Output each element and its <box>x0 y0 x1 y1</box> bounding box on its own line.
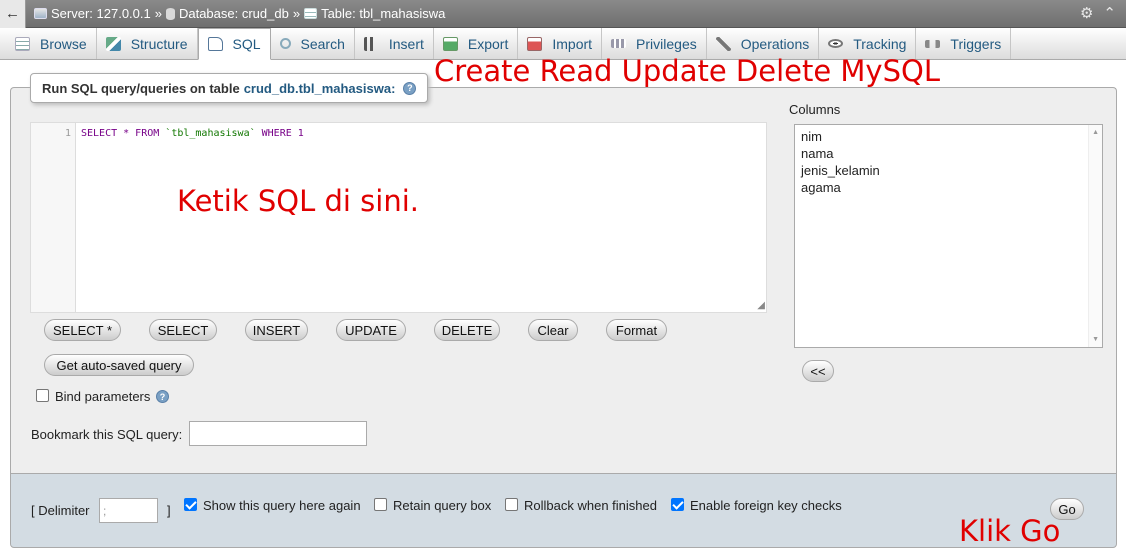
tab-search[interactable]: Search <box>271 28 355 59</box>
back-arrow-icon[interactable]: ← <box>0 0 26 28</box>
delimiter-close: ] <box>167 503 171 518</box>
format-button[interactable]: Format <box>606 319 667 341</box>
foreign-key-checks-checkbox[interactable] <box>671 498 684 511</box>
table-icon <box>304 8 318 19</box>
annotation-click-go: Klik Go <box>959 514 1061 548</box>
code-keyword: WHERE 1 <box>255 128 304 139</box>
get-auto-saved-query-button[interactable]: Get auto-saved query <box>44 354 194 376</box>
bookmark-label: Bookmark this SQL query: <box>31 427 183 442</box>
line-number-gutter: 1 <box>31 123 76 312</box>
retain-query-box-label: Retain query box <box>393 498 492 513</box>
import-icon <box>527 36 543 51</box>
foreign-key-checks-label: Enable foreign key checks <box>690 498 842 513</box>
bookmark-input[interactable] <box>189 421 367 446</box>
tab-label: Import <box>552 35 593 52</box>
update-button[interactable]: UPDATE <box>336 319 406 341</box>
legend-text: Run SQL query/queries on table <box>42 80 240 96</box>
retain-query-box-checkbox[interactable] <box>374 498 387 511</box>
clear-button[interactable]: Clear <box>528 319 578 341</box>
breadcrumb-table[interactable]: Table: tbl_mahasiswa <box>321 6 445 21</box>
legend-table-name[interactable]: crud_db.tbl_mahasiswa: <box>244 81 396 96</box>
rollback-label: Rollback when finished <box>524 498 657 513</box>
breadcrumb-server[interactable]: Server: 127.0.0.1 <box>51 6 151 21</box>
select-star-button[interactable]: SELECT * <box>44 319 121 341</box>
tab-insert[interactable]: Insert <box>355 28 434 59</box>
top-breadcrumb-bar: ← Server: 127.0.0.1 » Database: crud_db … <box>0 0 1126 28</box>
bind-parameters-checkbox[interactable] <box>36 389 49 402</box>
columns-label: Columns <box>789 102 841 117</box>
tab-label: Triggers <box>950 35 1002 52</box>
show-query-label: Show this query here again <box>203 498 361 513</box>
annotation-title: Create Read Update Delete MySQL <box>434 54 940 88</box>
sql-code[interactable]: SELECT * FROM `tbl_mahasiswa` WHERE 1 <box>81 128 304 139</box>
insert-column-button[interactable]: << <box>802 360 834 382</box>
search-icon <box>279 38 291 49</box>
scroll-down-icon[interactable]: ▼ <box>1092 336 1099 343</box>
fieldset-legend: Run SQL query/queries on table crud_db.t… <box>30 73 429 103</box>
help-icon[interactable]: ? <box>403 81 417 95</box>
tab-label: Tracking <box>853 35 907 52</box>
breadcrumb: Server: 127.0.0.1 » Database: crud_db » … <box>34 6 445 21</box>
column-item[interactable]: agama <box>801 179 1102 196</box>
tab-label: Privileges <box>636 35 697 52</box>
annotation-type-here: Ketik SQL di sini. <box>177 184 419 218</box>
resize-handle-icon[interactable]: ◢ <box>757 300 765 311</box>
sql-icon <box>207 37 223 51</box>
breadcrumb-separator: » <box>292 6 301 21</box>
delete-button[interactable]: DELETE <box>434 319 500 341</box>
tab-label: Structure <box>130 35 188 52</box>
database-icon <box>165 7 175 20</box>
bind-parameters-label: Bind parameters <box>55 389 151 404</box>
tab-structure[interactable]: Structure <box>97 28 198 59</box>
structure-icon <box>105 36 121 51</box>
collapse-icon[interactable]: ⌃ <box>1103 4 1116 22</box>
code-table-name: `tbl_mahasiswa` <box>165 128 256 139</box>
scrollbar[interactable]: ▲ ▼ <box>1088 125 1102 347</box>
tab-label: Search <box>300 35 345 52</box>
insert-icon <box>363 36 379 51</box>
delimiter-label: [ Delimiter <box>31 503 90 518</box>
tab-sql[interactable]: SQL <box>197 28 271 60</box>
tab-label: Browse <box>40 35 87 52</box>
browse-icon <box>15 36 30 51</box>
insert-button[interactable]: INSERT <box>245 319 308 341</box>
server-icon <box>34 8 47 19</box>
line-number: 1 <box>64 128 71 139</box>
column-item[interactable]: nim <box>801 128 1102 145</box>
export-icon <box>442 36 458 51</box>
select-button[interactable]: SELECT <box>149 319 217 341</box>
column-item[interactable]: nama <box>801 145 1102 162</box>
tab-browse[interactable]: Browse <box>6 28 97 59</box>
privileges-icon <box>611 39 627 48</box>
tab-label: Operations <box>740 35 810 52</box>
wrench-icon <box>715 36 731 51</box>
breadcrumb-separator: » <box>154 6 162 21</box>
eye-icon <box>828 39 844 48</box>
help-icon[interactable]: ? <box>156 390 169 403</box>
breadcrumb-database[interactable]: Database: crud_db <box>179 6 289 21</box>
triggers-icon <box>925 39 941 48</box>
tab-label: Insert <box>388 35 424 52</box>
columns-listbox[interactable]: nim nama jenis_kelamin agama ▲ ▼ <box>794 124 1103 348</box>
rollback-checkbox[interactable] <box>505 498 518 511</box>
tab-label: SQL <box>232 36 261 52</box>
show-query-checkbox[interactable] <box>184 498 197 511</box>
tab-label: Export <box>467 35 509 52</box>
gear-icon[interactable]: ⚙ <box>1080 4 1093 22</box>
scroll-up-icon[interactable]: ▲ <box>1092 129 1099 136</box>
column-item[interactable]: jenis_kelamin <box>801 162 1102 179</box>
delimiter-input[interactable] <box>99 498 158 523</box>
code-keyword: SELECT * FROM <box>81 128 166 139</box>
